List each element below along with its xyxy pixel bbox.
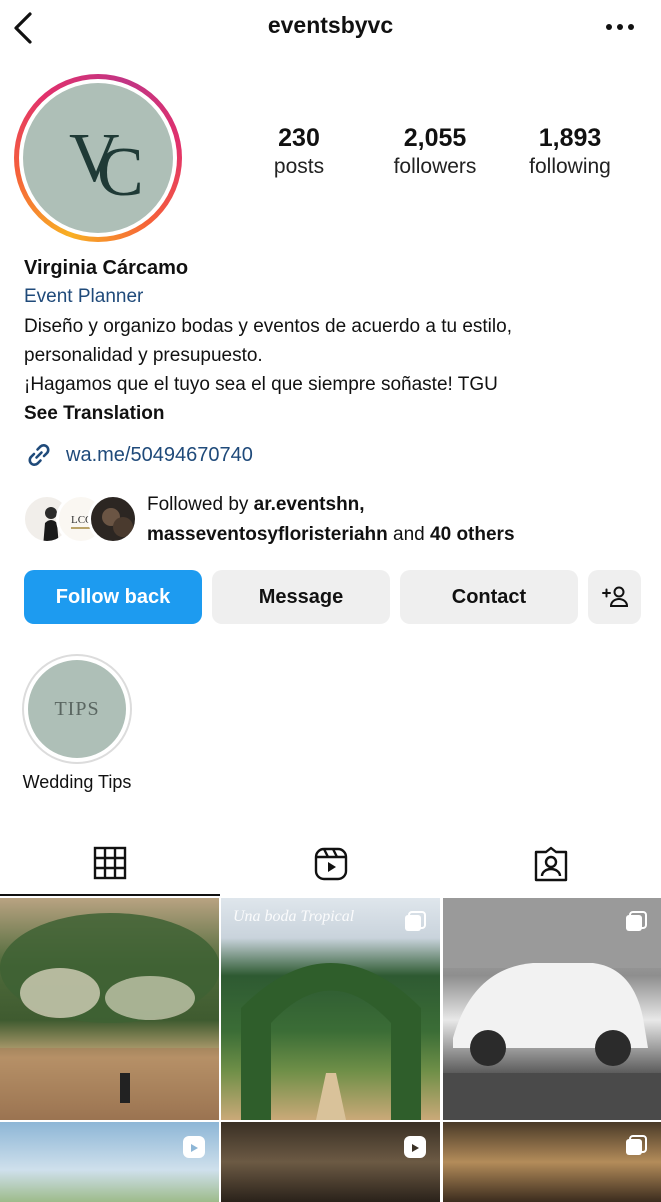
followers-stat[interactable]: 2,055 followers <box>376 124 494 179</box>
add-person-icon <box>601 586 628 607</box>
posts-grid: Una boda Tropical <box>0 898 661 1202</box>
carousel-icon <box>626 911 647 931</box>
profile-avatar-story-ring[interactable]: V C <box>14 74 182 242</box>
bio-line-3: ¡Hagamos que el tuyo sea el que siempre … <box>24 374 498 395</box>
message-button[interactable]: Message <box>212 570 390 624</box>
more-icon <box>606 24 634 30</box>
reels-icon <box>404 1136 426 1158</box>
profile-name: Virginia Cárcamo <box>24 257 189 279</box>
followed-by-user-1: ar.eventshn, <box>253 494 365 515</box>
posts-stat[interactable]: 230 posts <box>244 124 354 179</box>
avatar: V C <box>23 83 173 233</box>
reels-icon <box>183 1136 205 1158</box>
follow-back-button[interactable]: Follow back <box>24 570 202 624</box>
grid-post[interactable] <box>443 898 661 1120</box>
followed-by-and: and <box>393 524 425 545</box>
tab-reels[interactable] <box>221 832 441 896</box>
highlight-label: Wedding Tips <box>22 772 132 792</box>
link-icon <box>28 444 50 466</box>
followed-by-section[interactable]: LCC Followed by ar.eventshn, masseventos… <box>22 490 652 550</box>
carousel-icon <box>626 1135 647 1155</box>
followed-by-others: 40 others <box>430 524 515 545</box>
profile-bio: Virginia Cárcamo Event Planner Diseño y … <box>24 254 654 429</box>
following-label: following <box>529 155 611 178</box>
reels-icon <box>314 847 348 881</box>
grid-post[interactable] <box>0 898 219 1120</box>
bio-line-2: personalidad y presupuesto. <box>24 345 263 366</box>
profile-link-text: wa.me/50494670740 <box>66 443 253 466</box>
follower-avatar-3 <box>88 494 138 544</box>
tagged-icon <box>534 846 568 882</box>
grid-post[interactable]: Una boda Tropical <box>221 898 440 1120</box>
contact-button[interactable]: Contact <box>400 570 578 624</box>
profile-category: Event Planner <box>24 286 144 307</box>
following-stat[interactable]: 1,893 following <box>512 124 628 179</box>
grid-icon <box>93 846 127 880</box>
profile-username: eventsbyvc <box>267 12 394 38</box>
profile-header: eventsbyvc <box>0 0 661 56</box>
followed-by-user-2: masseventosyfloristeriahn <box>147 524 388 545</box>
highlight-cover: TIPS <box>22 654 132 764</box>
posts-label: posts <box>273 155 325 178</box>
followed-by-prefix: Followed by <box>147 494 249 515</box>
more-options-button[interactable] <box>603 10 637 40</box>
following-count: 1,893 <box>538 124 602 152</box>
posts-count: 230 <box>278 124 320 152</box>
story-highlight[interactable]: TIPS Wedding Tips <box>10 654 144 793</box>
see-translation-link[interactable]: See Translation <box>24 399 654 429</box>
bio-line-1: Diseño y organizo bodas y eventos de acu… <box>24 316 512 337</box>
followers-count: 2,055 <box>403 124 467 152</box>
vc-logo: V C <box>69 120 144 211</box>
tab-posts-grid[interactable] <box>0 832 220 896</box>
suggested-accounts-button[interactable] <box>588 570 641 624</box>
highlight-cover-text: TIPS <box>28 660 126 758</box>
carousel-icon <box>405 911 426 931</box>
tab-tagged[interactable] <box>441 832 661 896</box>
grid-post[interactable] <box>443 1122 661 1202</box>
profile-stats: 230 posts 2,055 followers 1,893 followin… <box>230 124 650 194</box>
post-thumbnail <box>0 913 219 1120</box>
grid-post[interactable] <box>0 1122 219 1202</box>
followed-by-text: Followed by ar.eventshn, masseventosyflo… <box>147 490 515 550</box>
profile-tabs <box>0 832 661 896</box>
followers-label: followers <box>393 155 477 178</box>
svg-text:C: C <box>97 134 144 211</box>
grid-post[interactable] <box>221 1122 440 1202</box>
profile-link[interactable]: wa.me/50494670740 <box>24 440 253 470</box>
